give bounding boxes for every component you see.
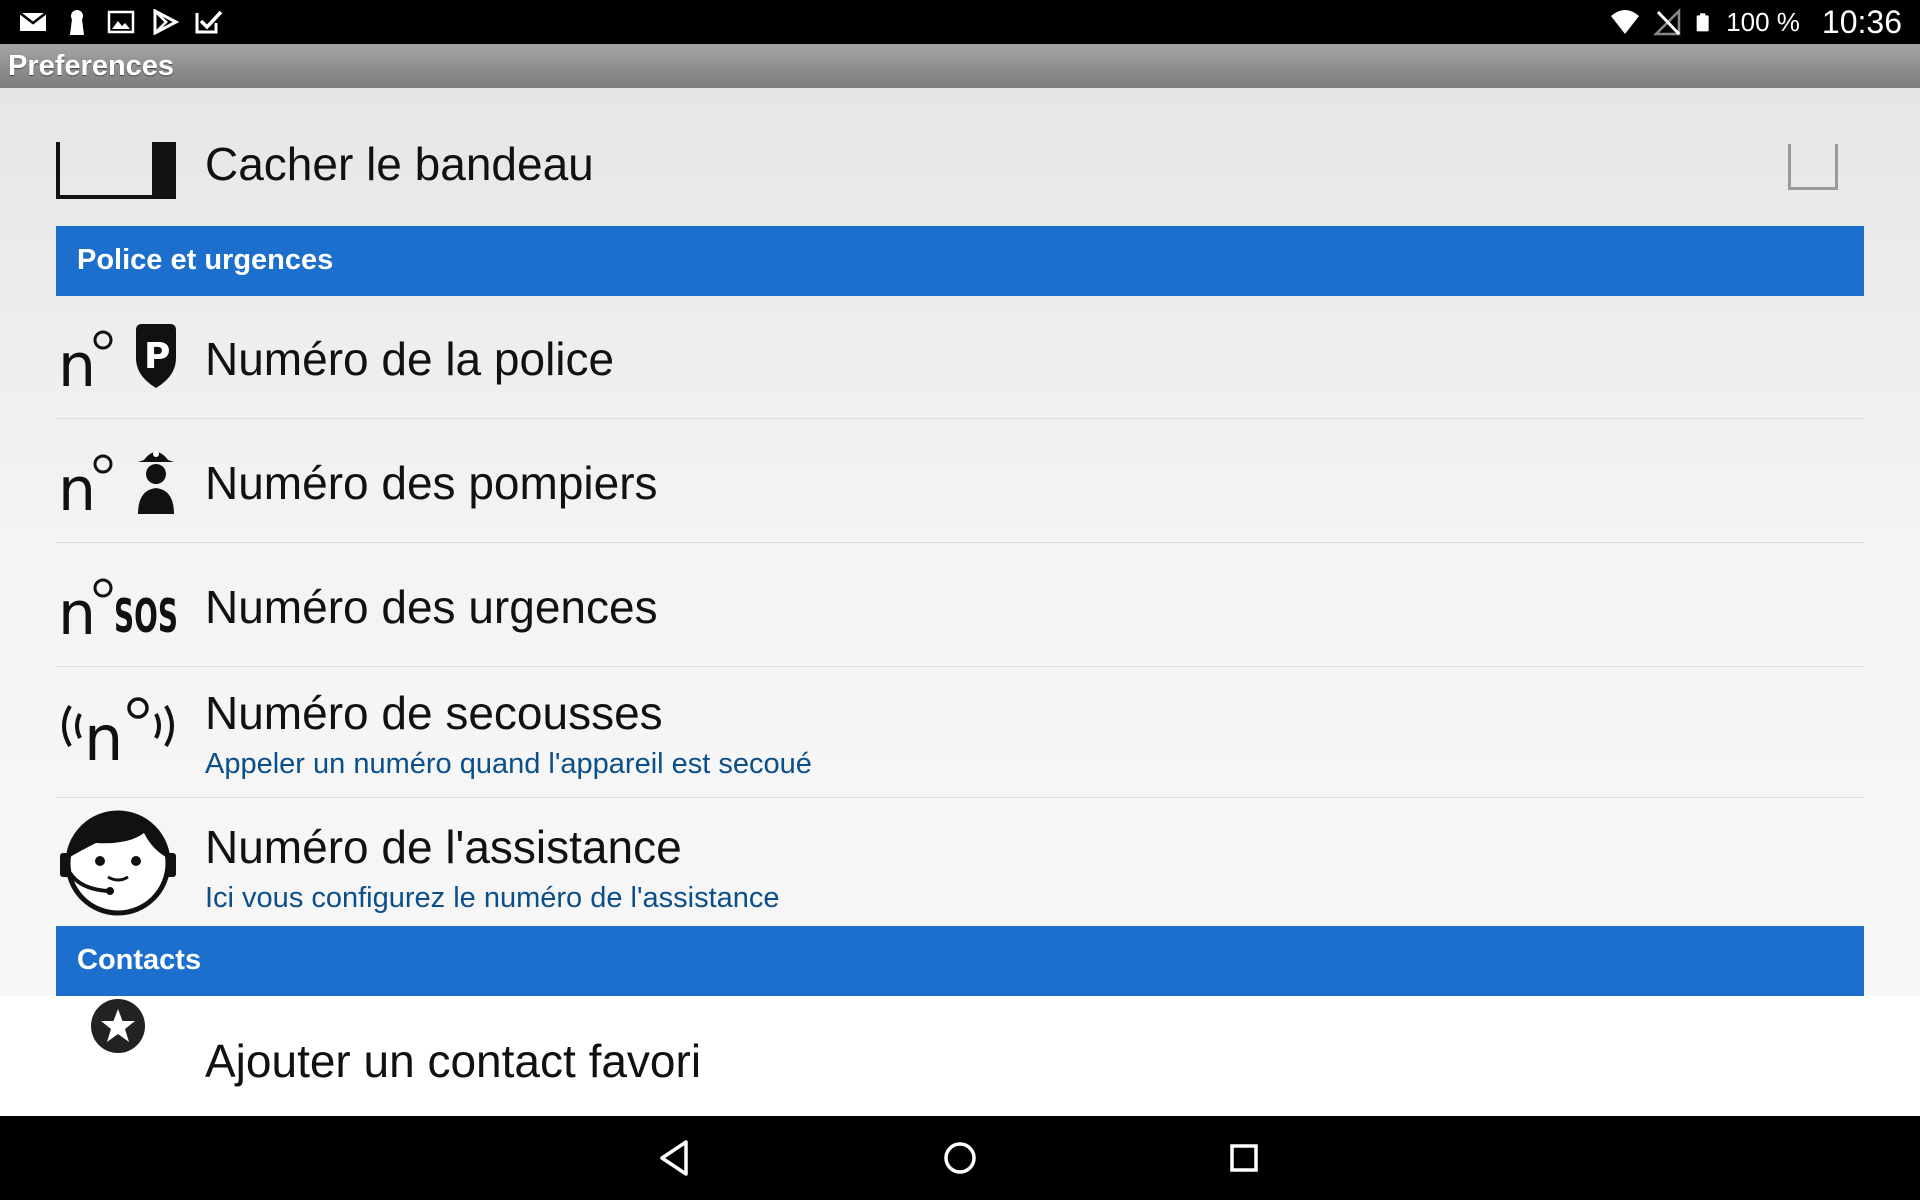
- category-label: Contacts: [77, 944, 202, 976]
- star-icon: [56, 996, 180, 1056]
- home-button[interactable]: [938, 1136, 982, 1180]
- pref-add-favorite-title: Ajouter un contact favori: [205, 1035, 702, 1087]
- svg-text:P: P: [144, 336, 170, 377]
- pref-assistance-number[interactable]: Numéro de l'assistance Ici vous configur…: [56, 799, 1864, 924]
- no-signal-icon: [1653, 8, 1681, 36]
- recents-button[interactable]: [1222, 1136, 1266, 1180]
- svg-text:n: n: [84, 702, 123, 770]
- pref-emergency-number-title: Numéro des urgences: [205, 581, 658, 633]
- app-title-bar: Preferences: [0, 44, 1920, 88]
- svg-text:n: n: [58, 579, 96, 642]
- clock: 10:36: [1821, 3, 1902, 40]
- email-icon: [19, 12, 47, 31]
- navigation-bar: [0, 1116, 1920, 1200]
- svg-text:n: n: [58, 455, 96, 518]
- pref-add-favorite-contact[interactable]: Ajouter un contact favori: [56, 996, 1864, 1116]
- svg-text:n: n: [58, 331, 96, 394]
- category-contacts: Contacts: [56, 926, 1864, 996]
- home-icon: [944, 1142, 976, 1174]
- recents-icon: [1230, 1144, 1258, 1172]
- svg-text:SOS: SOS: [114, 589, 178, 642]
- pref-hide-banner[interactable]: Cacher le bandeau: [56, 88, 1864, 224]
- category-police-emergency: Police et urgences: [56, 226, 1864, 296]
- pref-police-number-title: Numéro de la police: [205, 333, 615, 385]
- pref-hide-banner-title: Cacher le bandeau: [205, 138, 594, 190]
- pref-police-number[interactable]: n P Numéro de la police: [56, 296, 1864, 419]
- status-bar: 100 % 10:36: [0, 0, 1920, 44]
- battery-percentage: 100 %: [1726, 6, 1800, 37]
- contacts-section: Ajouter un contact favori: [0, 996, 1920, 1116]
- sos-number-icon: n SOS: [56, 566, 180, 642]
- pref-firefighters-number-title: Numéro des pompiers: [205, 457, 658, 509]
- police-number-icon: n P: [56, 318, 180, 394]
- pref-firefighters-number[interactable]: n Numéro des pompiers: [56, 420, 1864, 543]
- shake-number-icon: n: [56, 686, 180, 770]
- notification-icons: [18, 8, 224, 36]
- pref-assistance-number-title: Numéro de l'assistance: [205, 821, 682, 873]
- hide-banner-checkbox[interactable]: [1788, 144, 1838, 190]
- checkbox-icon: [195, 10, 223, 34]
- banner-icon: [56, 140, 180, 200]
- battery-icon: [1696, 13, 1709, 32]
- back-button[interactable]: [654, 1136, 698, 1180]
- pref-shake-number-summary: Appeler un numéro quand l'appareil est s…: [205, 748, 812, 780]
- category-label: Police et urgences: [77, 244, 334, 276]
- pref-assistance-number-summary: Ici vous configurez le numéro de l'assis…: [205, 882, 780, 914]
- page-title: Preferences: [8, 50, 175, 82]
- back-icon: [660, 1140, 688, 1176]
- firefighter-number-icon: n: [56, 442, 180, 518]
- keyhole-icon: [70, 10, 84, 35]
- pref-shake-number-title: Numéro de secousses: [205, 687, 663, 739]
- assistance-headset-icon: [56, 805, 180, 917]
- play-store-icon: [153, 9, 180, 35]
- pref-shake-number[interactable]: n Numéro de secousses Appeler un numéro …: [56, 668, 1864, 798]
- pref-emergency-number[interactable]: n SOS Numéro des urgences: [56, 544, 1864, 667]
- wifi-icon: [1611, 10, 1640, 34]
- preferences-list[interactable]: Cacher le bandeau Police et urgences n P…: [0, 88, 1920, 1116]
- image-icon: [107, 10, 135, 34]
